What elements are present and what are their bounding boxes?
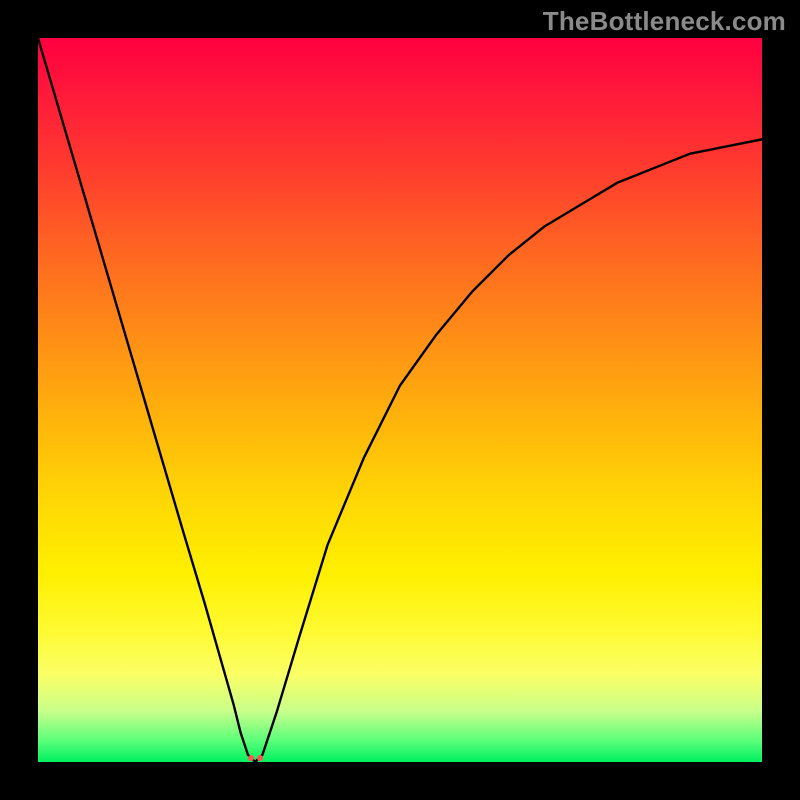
optimum-marker-2 bbox=[257, 755, 263, 761]
plot-area bbox=[38, 38, 762, 762]
curve-path bbox=[38, 38, 762, 762]
watermark-text: TheBottleneck.com bbox=[543, 6, 786, 37]
bottleneck-curve bbox=[38, 38, 762, 762]
chart-frame: TheBottleneck.com bbox=[0, 0, 800, 800]
